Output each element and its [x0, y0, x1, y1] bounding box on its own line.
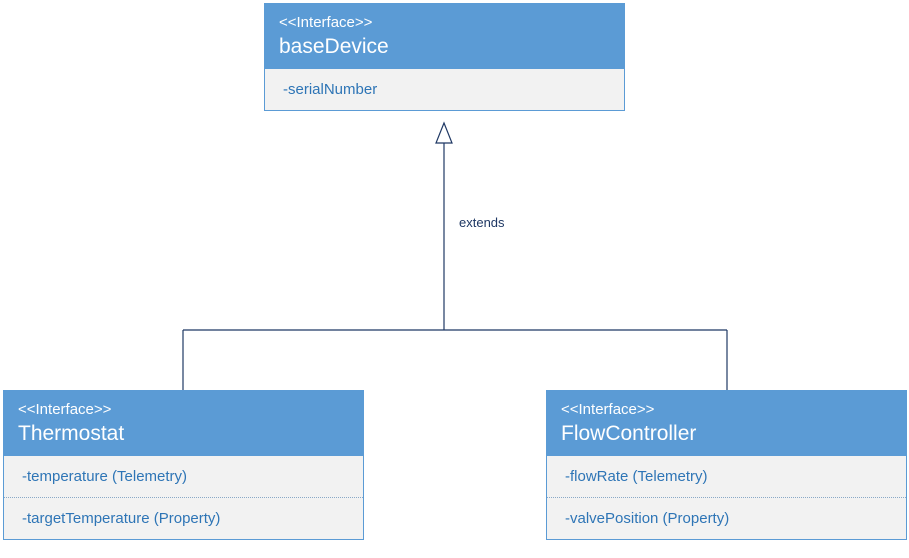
uml-header: <<Interface>> baseDevice — [265, 4, 624, 69]
stereotype-label: <<Interface>> — [18, 401, 349, 418]
uml-body: -temperature (Telemetry) -targetTemperat… — [4, 456, 363, 539]
uml-body: -flowRate (Telemetry) -valvePosition (Pr… — [547, 456, 906, 539]
uml-interface-flowcontroller: <<Interface>> FlowController -flowRate (… — [546, 390, 907, 540]
class-name: Thermostat — [18, 422, 349, 446]
class-name: FlowController — [561, 422, 892, 446]
uml-interface-thermostat: <<Interface>> Thermostat -temperature (T… — [3, 390, 364, 540]
uml-interface-basedevice: <<Interface>> baseDevice -serialNumber — [264, 3, 625, 111]
attribute-row: -targetTemperature (Property) — [4, 497, 363, 539]
attribute-row: -serialNumber — [265, 69, 624, 110]
attribute-row: -temperature (Telemetry) — [4, 456, 363, 497]
attribute-row: -valvePosition (Property) — [547, 497, 906, 539]
relationship-label: extends — [459, 215, 505, 230]
uml-header: <<Interface>> FlowController — [547, 391, 906, 456]
class-name: baseDevice — [279, 35, 610, 59]
stereotype-label: <<Interface>> — [561, 401, 892, 418]
stereotype-label: <<Interface>> — [279, 14, 610, 31]
uml-body: -serialNumber — [265, 69, 624, 110]
attribute-row: -flowRate (Telemetry) — [547, 456, 906, 497]
uml-header: <<Interface>> Thermostat — [4, 391, 363, 456]
